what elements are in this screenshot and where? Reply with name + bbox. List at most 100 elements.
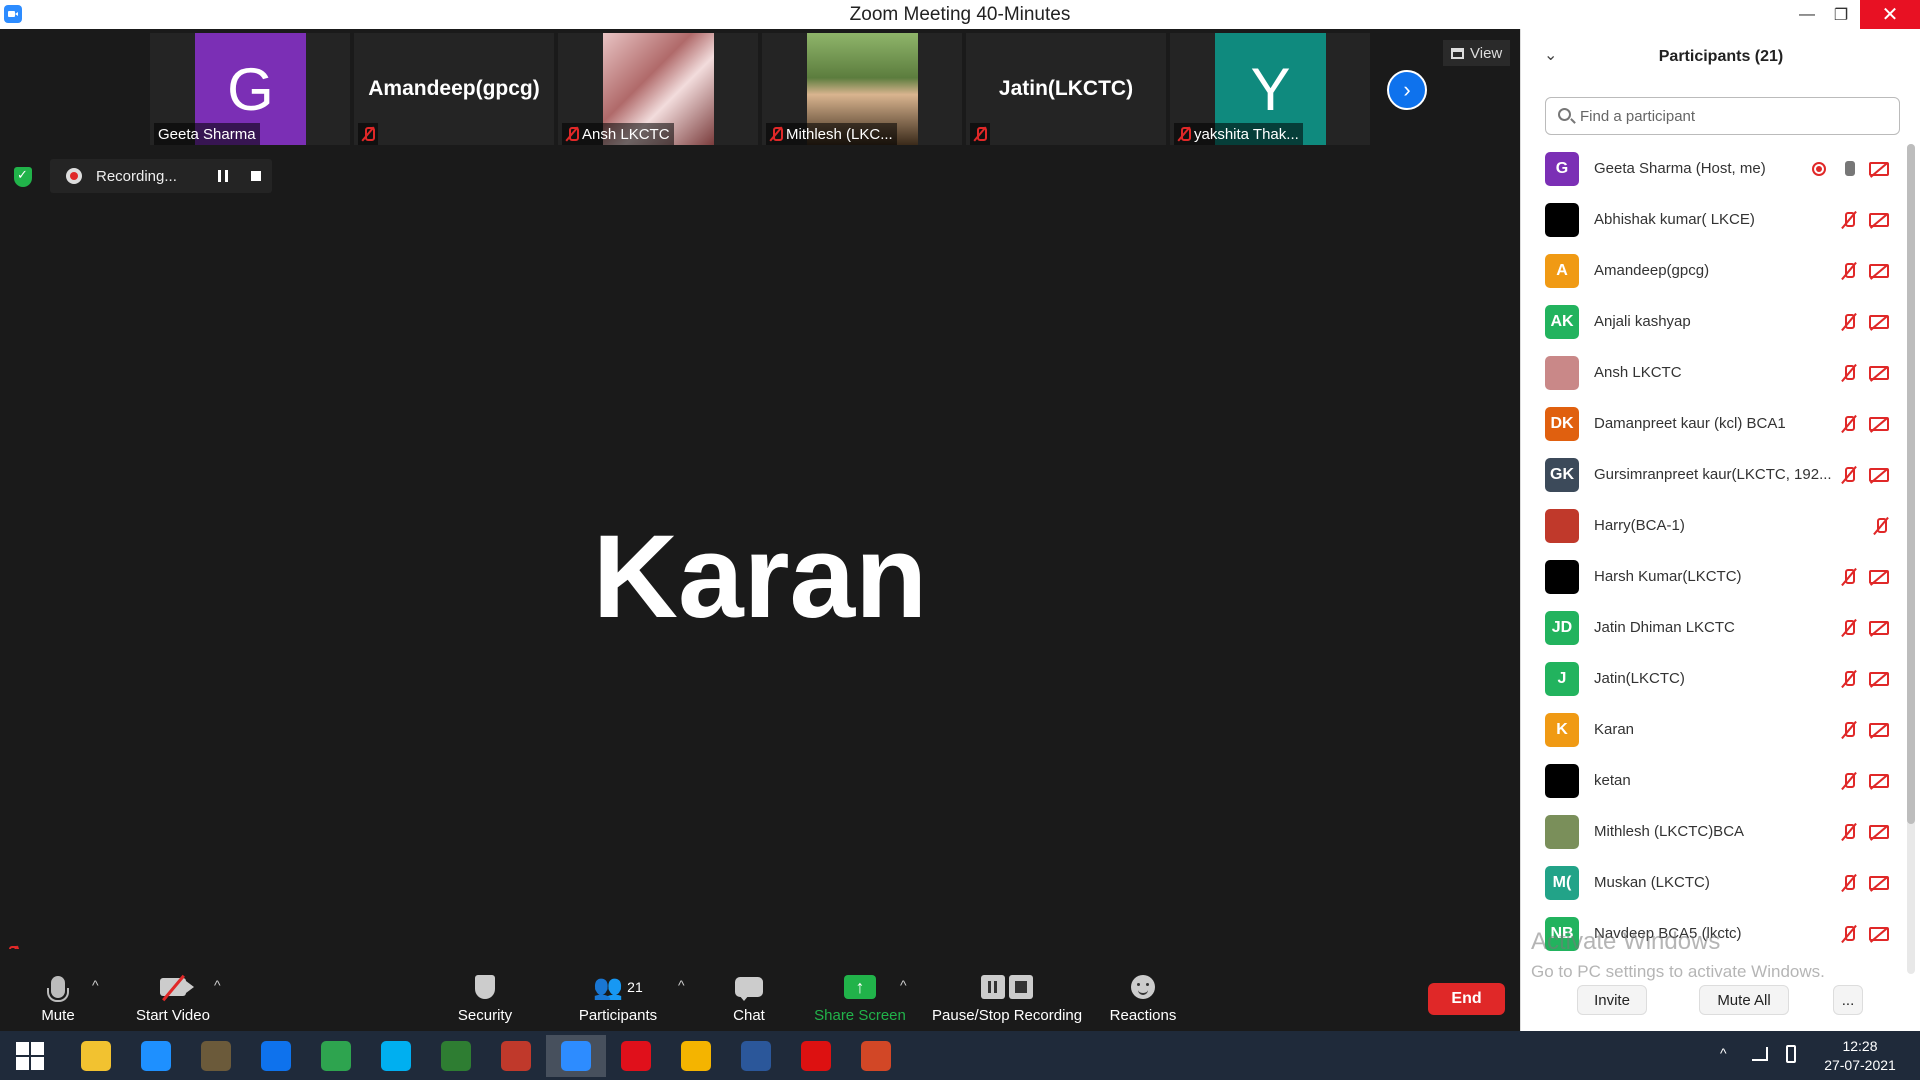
recording-indicator: Recording... [50, 159, 272, 193]
participant-list-scrollbar[interactable] [1907, 144, 1915, 974]
participant-row[interactable]: JD Jatin Dhiman LKCTC [1521, 603, 1906, 654]
taskbar-app-teamviewer[interactable] [246, 1035, 306, 1077]
participant-nametag: yakshita Thak... [1174, 123, 1303, 145]
mic-muted-icon[interactable] [1841, 313, 1857, 333]
mic-muted-icon[interactable] [1841, 772, 1857, 792]
recording-label: Recording... [96, 167, 177, 185]
mic-muted-icon[interactable] [1841, 262, 1857, 282]
reactions-button[interactable]: Reactions [1108, 971, 1178, 1024]
pause-recording-icon[interactable] [218, 170, 228, 182]
taskbar-app-skype[interactable] [366, 1035, 426, 1077]
battery-icon[interactable] [1786, 1045, 1796, 1063]
chat-button[interactable]: Chat [728, 971, 770, 1024]
encryption-shield-icon[interactable] [14, 167, 32, 187]
internet-explorer-icon [141, 1041, 171, 1071]
next-page-arrow-icon[interactable]: › [1387, 70, 1427, 110]
taskbar-app-camtasia[interactable] [426, 1035, 486, 1077]
invite-button[interactable]: Invite [1577, 985, 1647, 1015]
maximize-button[interactable]: ❐ [1818, 0, 1864, 29]
scrollbar-thumb[interactable] [1907, 144, 1915, 824]
mic-muted-icon[interactable] [1841, 466, 1857, 486]
participants-options-caret[interactable]: ^ [678, 977, 685, 993]
participant-row[interactable]: ketan [1521, 756, 1906, 807]
participant-avatar [1545, 203, 1579, 237]
emoji-reaction-icon [1131, 975, 1155, 999]
participant-row[interactable]: GK Gursimranpreet kaur(LKCTC, 192... [1521, 450, 1906, 501]
video-options-caret[interactable]: ^ [214, 977, 221, 993]
mic-muted-icon[interactable] [1841, 721, 1857, 741]
close-button[interactable]: ✕ [1860, 0, 1920, 29]
audio-options-caret[interactable]: ^ [92, 977, 99, 993]
participants-button[interactable]: 👥 21 Participants [574, 971, 662, 1025]
mute-all-button[interactable]: Mute All [1699, 985, 1789, 1015]
taskbar-app-ms-office-app[interactable] [486, 1035, 546, 1077]
video-thumbnail[interactable]: Ansh LKCTC [558, 33, 758, 145]
mic-muted-icon[interactable] [1873, 517, 1889, 537]
video-thumbnail[interactable]: G Geeta Sharma [150, 33, 350, 145]
chrome-icon [681, 1041, 711, 1071]
taskbar-app-opera[interactable] [606, 1035, 666, 1077]
clock-time: 12:28 [1842, 1038, 1878, 1054]
tray-expand-icon[interactable]: ^ [1720, 1045, 1727, 1061]
mute-button[interactable]: Mute [36, 971, 80, 1024]
view-button[interactable]: View [1443, 40, 1511, 66]
mic-muted-icon[interactable] [1841, 364, 1857, 384]
participant-avatar: AK [1545, 305, 1579, 339]
share-options-caret[interactable]: ^ [900, 977, 907, 993]
mic-muted-icon[interactable] [1841, 823, 1857, 843]
taskbar-clock[interactable]: 12:28 27-07-2021 [1810, 1037, 1910, 1075]
participant-row[interactable]: K Karan [1521, 705, 1906, 756]
participant-row[interactable]: A Amandeep(gpcg) [1521, 246, 1906, 297]
stop-recording-icon[interactable] [251, 171, 261, 181]
participant-row[interactable]: G Geeta Sharma (Host, me) [1521, 144, 1906, 195]
video-off-icon [1869, 723, 1889, 737]
participant-row[interactable]: Ansh LKCTC [1521, 348, 1906, 399]
mic-on-icon[interactable] [1841, 160, 1857, 180]
more-options-button[interactable]: ... [1833, 985, 1863, 1015]
participant-row[interactable]: Harsh Kumar(LKCTC) [1521, 552, 1906, 603]
mic-muted-icon[interactable] [1841, 211, 1857, 231]
participant-search[interactable] [1545, 97, 1900, 135]
share-screen-button[interactable]: ↑ Share Screen [814, 971, 906, 1024]
network-icon[interactable] [1752, 1047, 1768, 1061]
security-button[interactable]: Security [452, 971, 518, 1024]
start-video-button[interactable]: Start Video [132, 971, 214, 1024]
taskbar-app-zoom[interactable] [546, 1035, 606, 1077]
participant-row[interactable]: Mithlesh (LKCTC)BCA [1521, 807, 1906, 858]
taskbar-app-file-explorer[interactable] [66, 1035, 126, 1077]
participant-name: Geeta Sharma [158, 125, 256, 143]
taskbar-app-green-app[interactable] [306, 1035, 366, 1077]
mic-muted-icon[interactable] [1841, 925, 1857, 945]
taskbar-app-powerpoint[interactable] [846, 1035, 906, 1077]
opera-icon [621, 1041, 651, 1071]
start-button[interactable] [0, 1035, 60, 1077]
mic-muted-icon[interactable] [1841, 415, 1857, 435]
video-off-icon [1869, 417, 1889, 431]
mic-muted-icon[interactable] [1841, 568, 1857, 588]
taskbar-app-acrobat[interactable] [786, 1035, 846, 1077]
video-thumbnail[interactable]: Amandeep(gpcg) [354, 33, 554, 145]
participant-row[interactable]: J Jatin(LKCTC) [1521, 654, 1906, 705]
participant-search-input[interactable] [1580, 106, 1890, 126]
participant-name: ketan [1594, 772, 1631, 789]
zoom-icon [561, 1041, 591, 1071]
video-thumbnail[interactable]: Mithlesh (LKC... [762, 33, 962, 145]
video-thumbnail[interactable]: Jatin(LKCTC) [966, 33, 1166, 145]
mic-muted-icon[interactable] [1841, 619, 1857, 639]
participant-nametag: Ansh LKCTC [562, 123, 674, 145]
taskbar-app-internet-explorer[interactable] [126, 1035, 186, 1077]
participant-row[interactable]: Abhishak kumar( LKCE) [1521, 195, 1906, 246]
taskbar-app-word[interactable] [726, 1035, 786, 1077]
video-thumbnail[interactable]: Y yakshita Thak... [1170, 33, 1370, 145]
participant-row[interactable]: M(Muskan (LKCTC) [1521, 858, 1906, 909]
end-meeting-button[interactable]: End [1428, 983, 1505, 1015]
taskbar-app-hikvision[interactable] [186, 1035, 246, 1077]
participant-avatar [1545, 560, 1579, 594]
taskbar-app-chrome[interactable] [666, 1035, 726, 1077]
pause-stop-recording-button[interactable]: Pause/Stop Recording [932, 971, 1082, 1024]
mic-muted-icon[interactable] [1841, 670, 1857, 690]
participant-row[interactable]: AK Anjali kashyap [1521, 297, 1906, 348]
participant-row[interactable]: Harry(BCA-1) [1521, 501, 1906, 552]
mic-muted-icon[interactable] [1841, 874, 1857, 894]
participant-row[interactable]: DK Damanpreet kaur (kcl) BCA1 [1521, 399, 1906, 450]
